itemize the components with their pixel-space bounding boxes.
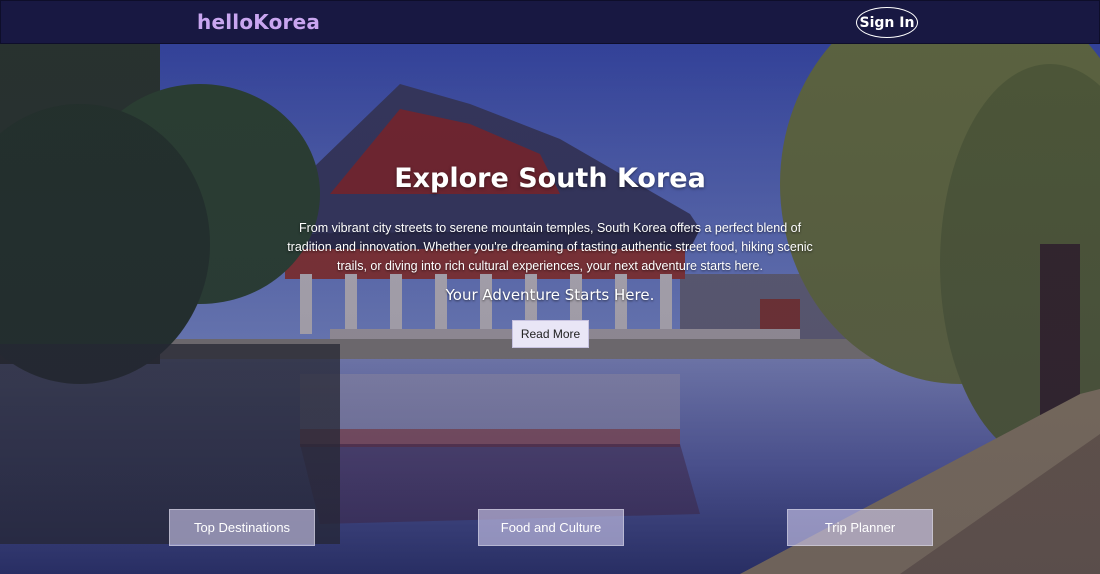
navbar: helloKorea Sign In	[0, 0, 1100, 44]
top-destinations-button[interactable]: Top Destinations	[169, 509, 315, 546]
hero-tagline: Your Adventure Starts Here.	[445, 286, 655, 304]
hero-title: Explore South Korea	[394, 163, 706, 194]
brand-logo[interactable]: helloKorea	[197, 10, 320, 34]
food-and-culture-button[interactable]: Food and Culture	[478, 509, 624, 546]
hero-section: Explore South Korea From vibrant city st…	[0, 44, 1100, 574]
hero-background-image	[0, 44, 1100, 574]
hero-description: From vibrant city streets to serene moun…	[287, 221, 813, 273]
sign-in-button[interactable]: Sign In	[856, 7, 918, 38]
read-more-button[interactable]: Read More	[512, 320, 589, 348]
trip-planner-button[interactable]: Trip Planner	[787, 509, 933, 546]
